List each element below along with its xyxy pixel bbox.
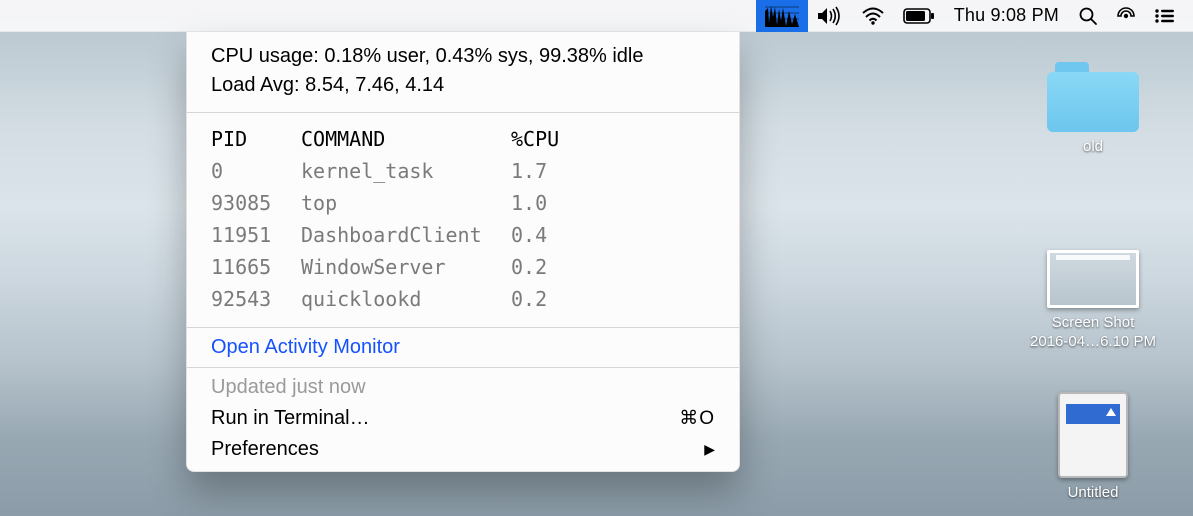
cpu-usage-line: CPU usage: 0.18% user, 0.43% sys, 99.38%… (211, 42, 719, 71)
separator (187, 112, 739, 113)
screenshot-thumbnail-icon (1047, 250, 1139, 308)
process-command: quicklookd (301, 283, 511, 315)
menubar-app-icon[interactable] (1107, 0, 1145, 32)
process-cpu: 0.2 (511, 251, 719, 283)
process-pid: 93085 (211, 187, 301, 219)
run-in-terminal-label: Run in Terminal… (211, 407, 370, 430)
load-avg-line: Load Avg: 8.54, 7.46, 4.14 (211, 71, 719, 100)
sd-card-icon (1058, 392, 1128, 478)
separator (187, 367, 739, 368)
process-pid: 11665 (211, 251, 301, 283)
separator (187, 327, 739, 328)
preferences[interactable]: Preferences ▶ (187, 434, 739, 465)
open-activity-monitor[interactable]: Open Activity Monitor (187, 332, 739, 363)
folder-icon (1047, 62, 1139, 132)
process-cpu: 1.0 (511, 187, 719, 219)
process-pid: 0 (211, 155, 301, 187)
process-cpu: 1.7 (511, 155, 719, 187)
col-header-cpu: %CPU (511, 123, 719, 155)
menubar-cpu-history-icon[interactable] (756, 0, 808, 32)
process-row: 0kernel_task1.7 (211, 155, 719, 187)
desktop-screenshot-file[interactable]: Screen Shot 2016-04…6.10 PM (1018, 250, 1168, 352)
process-cpu: 0.4 (511, 219, 719, 251)
screenshot-label: Screen Shot 2016-04…6.10 PM (1018, 314, 1168, 352)
process-table-header: PID COMMAND %CPU (211, 123, 719, 155)
desktop-disk-untitled[interactable]: Untitled (1018, 392, 1168, 503)
disk-label: Untitled (1018, 484, 1168, 503)
notification-center-icon[interactable] (1145, 0, 1183, 32)
submenu-chevron-icon: ▶ (704, 441, 715, 458)
battery-icon[interactable] (894, 0, 944, 32)
process-cpu: 0.2 (511, 283, 719, 315)
process-pid: 92543 (211, 283, 301, 315)
open-activity-monitor-label: Open Activity Monitor (211, 336, 400, 359)
summary-section: CPU usage: 0.18% user, 0.43% sys, 99.38%… (187, 32, 739, 108)
desktop-folder-old[interactable]: old (1018, 62, 1168, 157)
volume-icon[interactable] (808, 0, 852, 32)
wifi-icon[interactable] (852, 0, 894, 32)
menubar: Thu 9:08 PM (0, 0, 1193, 32)
folder-label: old (1018, 138, 1168, 157)
cpu-monitor-dropdown: CPU usage: 0.18% user, 0.43% sys, 99.38%… (186, 32, 740, 472)
updated-status: Updated just now (187, 372, 739, 403)
process-row: 11951DashboardClient0.4 (211, 219, 719, 251)
updated-status-label: Updated just now (211, 376, 366, 399)
process-row: 92543quicklookd0.2 (211, 283, 719, 315)
process-command: top (301, 187, 511, 219)
process-pid: 11951 (211, 219, 301, 251)
run-in-terminal[interactable]: Run in Terminal… ⌘O (187, 403, 739, 434)
process-table: PID COMMAND %CPU 0kernel_task1.793085top… (187, 117, 739, 323)
process-command: WindowServer (301, 251, 511, 283)
process-row: 93085top1.0 (211, 187, 719, 219)
menubar-clock[interactable]: Thu 9:08 PM (944, 0, 1069, 32)
process-row: 11665WindowServer0.2 (211, 251, 719, 283)
preferences-label: Preferences (211, 438, 319, 461)
process-command: kernel_task (301, 155, 511, 187)
process-command: DashboardClient (301, 219, 511, 251)
col-header-command: COMMAND (301, 123, 511, 155)
col-header-pid: PID (211, 123, 301, 155)
run-in-terminal-shortcut: ⌘O (679, 407, 715, 430)
spotlight-icon[interactable] (1069, 0, 1107, 32)
